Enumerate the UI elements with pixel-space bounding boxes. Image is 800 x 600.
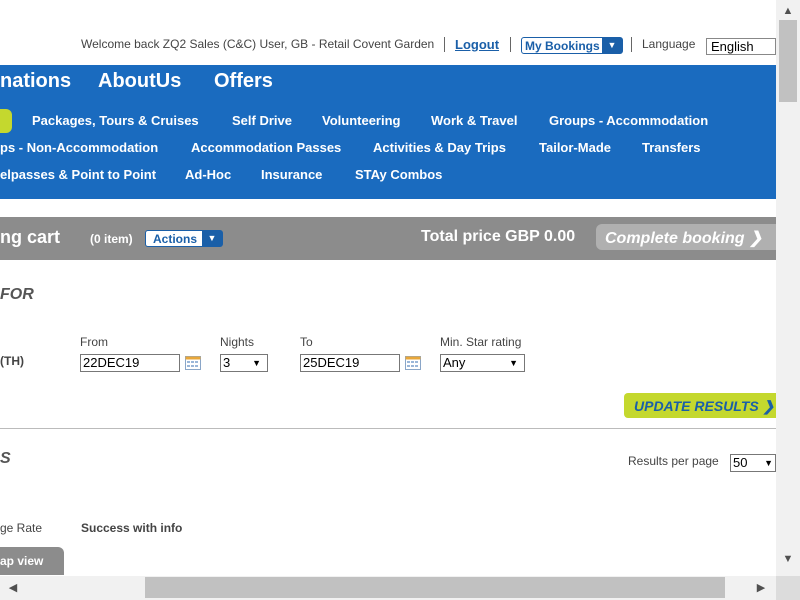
active-nav-tab[interactable] xyxy=(0,109,12,133)
map-view-button[interactable]: ap view xyxy=(0,547,64,575)
my-bookings-label: My Bookings xyxy=(525,39,600,53)
status-text: Success with info xyxy=(81,521,183,535)
nav-ad-hoc[interactable]: Ad-Hoc xyxy=(185,167,231,182)
nav-transfers[interactable]: Transfers xyxy=(642,140,701,155)
dropdown-arrow-icon: ▼ xyxy=(509,358,518,368)
to-date-input[interactable]: 25DEC19 xyxy=(300,354,400,372)
cart-title: ng cart xyxy=(0,227,61,247)
divider xyxy=(631,37,632,52)
top-bar xyxy=(0,0,776,65)
scroll-up-icon[interactable]: ▲ xyxy=(780,5,796,17)
results-section-title: S xyxy=(0,450,11,467)
dropdown-arrow-icon: ▼ xyxy=(764,458,773,468)
complete-booking-label: Complete booking xyxy=(605,230,745,247)
language-label: Language xyxy=(642,37,696,51)
search-section-title: FOR xyxy=(0,286,34,303)
nav-activities[interactable]: Activities & Day Trips xyxy=(373,140,506,155)
vertical-scroll-thumb[interactable] xyxy=(779,20,797,102)
from-label: From xyxy=(80,335,108,349)
update-results-label: UPDATE RESULTS xyxy=(634,398,759,414)
nav-accommodation-passes[interactable]: Accommodation Passes xyxy=(191,140,341,155)
nav-about-us[interactable]: AboutUs xyxy=(98,70,181,93)
chevron-down-icon: ▼ xyxy=(202,231,222,246)
my-bookings-dropdown[interactable]: My Bookings ▼ xyxy=(521,37,623,54)
scroll-down-icon[interactable]: ▼ xyxy=(780,553,796,565)
scroll-right-icon[interactable]: ▶ xyxy=(753,581,769,594)
to-label: To xyxy=(300,335,313,349)
language-select[interactable]: English xyxy=(706,38,776,55)
nights-label: Nights xyxy=(220,335,255,349)
update-results-button[interactable]: UPDATE RESULTS ❯ xyxy=(624,393,784,418)
nav-self-drive[interactable]: Self Drive xyxy=(232,113,292,128)
complete-booking-button[interactable]: Complete booking ❯ xyxy=(596,224,786,250)
from-date-input[interactable]: 22DEC19 xyxy=(80,354,180,372)
scrollbar-corner xyxy=(776,576,800,600)
star-rating-label: Min. Star rating xyxy=(440,335,522,349)
nav-offers[interactable]: Offers xyxy=(214,70,273,93)
nav-insurance[interactable]: Insurance xyxy=(261,167,322,182)
location-text: (TH) xyxy=(0,354,24,368)
horizontal-scroll-thumb[interactable] xyxy=(145,577,725,598)
nav-volunteering[interactable]: Volunteering xyxy=(322,113,400,128)
chevron-right-icon: ❯ xyxy=(749,230,763,247)
nav-travelpasses[interactable]: elpasses & Point to Point xyxy=(0,167,156,182)
chevron-down-icon: ▼ xyxy=(602,38,622,53)
results-per-page-label: Results per page xyxy=(628,454,719,468)
nav-groups-accommodation[interactable]: Groups - Accommodation xyxy=(549,113,708,128)
calendar-icon[interactable] xyxy=(185,356,201,370)
nav-packages[interactable]: Packages, Tours & Cruises xyxy=(32,113,199,128)
nights-select[interactable]: 3 ▼ xyxy=(220,354,268,372)
nav-work-travel[interactable]: Work & Travel xyxy=(431,113,517,128)
divider xyxy=(510,37,511,52)
logout-link[interactable]: Logout xyxy=(455,37,499,52)
nav-stay-combos[interactable]: STAy Combos xyxy=(355,167,442,182)
cart-item-count: (0 item) xyxy=(90,232,133,246)
results-per-page-value: 50 xyxy=(733,455,748,470)
star-rating-select[interactable]: Any ▼ xyxy=(440,354,525,372)
star-rating-value: Any xyxy=(443,355,466,370)
scroll-left-icon[interactable]: ◀ xyxy=(5,581,21,594)
dropdown-arrow-icon: ▼ xyxy=(252,358,261,368)
chevron-right-icon: ❯ xyxy=(762,398,775,414)
total-price: Total price GBP 0.00 xyxy=(421,228,576,245)
map-view-label: ap view xyxy=(0,554,44,568)
actions-label: Actions xyxy=(153,232,198,246)
divider xyxy=(444,37,445,52)
nights-value: 3 xyxy=(223,355,231,370)
rate-column-header: ge Rate xyxy=(0,521,43,535)
welcome-text: Welcome back ZQ2 Sales (C&C) User, GB - … xyxy=(81,37,435,51)
nav-groups-non-accommodation[interactable]: ps - Non-Accommodation xyxy=(0,140,158,155)
nav-destinations[interactable]: nations xyxy=(0,70,71,93)
actions-dropdown[interactable]: Actions ▼ xyxy=(145,230,223,247)
calendar-icon[interactable] xyxy=(405,356,421,370)
results-per-page-select[interactable]: 50 ▼ xyxy=(730,454,776,472)
nav-tailor-made[interactable]: Tailor-Made xyxy=(539,140,611,155)
divider xyxy=(0,428,776,429)
